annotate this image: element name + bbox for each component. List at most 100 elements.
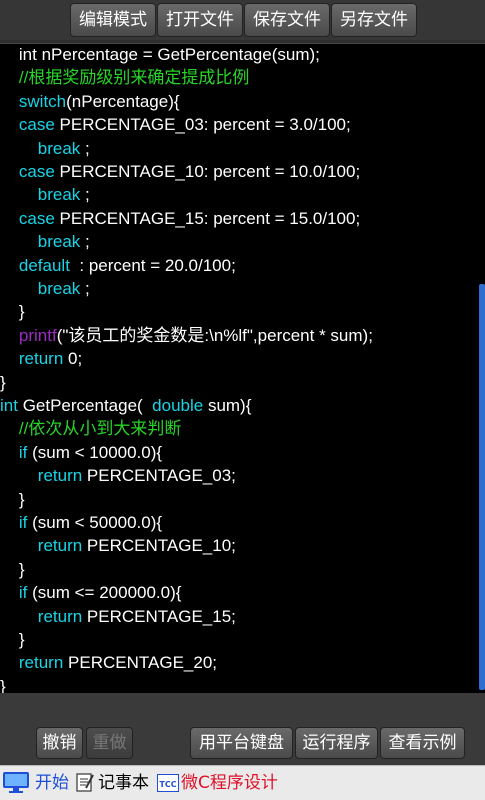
tcc-app-icon[interactable]: TCC xyxy=(157,774,179,792)
code-line: return PERCENTAGE_03; xyxy=(0,464,236,487)
code-text: } xyxy=(0,630,25,649)
tcc-icon-text: TCC xyxy=(159,780,176,789)
code-keyword: default xyxy=(0,255,70,275)
code-keyword: return xyxy=(0,606,83,626)
code-text: int nPercentage = GetPercentage(sum); xyxy=(0,45,320,64)
code-keyword: if xyxy=(0,442,28,462)
code-line: switch(nPercentage){ xyxy=(0,90,180,113)
tcc-app-label[interactable]: 微C程序设计 xyxy=(181,771,278,795)
code-function: printf xyxy=(0,325,57,345)
code-text: 0; xyxy=(63,349,83,369)
code-line: int GetPercentage( double sum){ xyxy=(0,394,251,417)
notepad-label[interactable]: 记事本 xyxy=(98,771,149,795)
code-line: //依次从小到大来判断 xyxy=(0,417,181,440)
code-keyword: return xyxy=(0,536,83,556)
code-line: return 0; xyxy=(0,347,82,370)
code-line: break ; xyxy=(0,230,90,253)
code-keyword: case xyxy=(0,208,55,228)
code-line: printf("该员工的奖金数是:\n%lf",percent * sum); xyxy=(0,324,373,347)
notepad-icon[interactable] xyxy=(76,772,94,792)
code-keyword: switch xyxy=(0,91,67,111)
code-text: PERCENTAGE_03; xyxy=(82,466,236,486)
open-file-button[interactable]: 打开文件 xyxy=(157,3,243,37)
code-line: break ; xyxy=(0,183,90,206)
code-keyword: case xyxy=(0,115,55,135)
platform-keyboard-button[interactable]: 用平台键盘 xyxy=(190,727,293,759)
start-monitor-icon[interactable] xyxy=(2,770,32,794)
taskbar: 开始 记事本 TCC 微C程序设计 xyxy=(0,765,485,800)
code-text: PERCENTAGE_10: percent = 10.0/100; xyxy=(54,162,361,181)
code-text: sum){ xyxy=(203,396,252,415)
code-text: PERCENTAGE_10; xyxy=(82,536,236,556)
code-text: PERCENTAGE_03: percent = 3.0/100; xyxy=(54,115,351,135)
code-keyword: if xyxy=(0,583,28,603)
code-line: } xyxy=(0,675,6,693)
code-text: PERCENTAGE_20; xyxy=(63,653,217,673)
redo-button[interactable]: 重做 xyxy=(86,727,133,759)
code-text: PERCENTAGE_15: percent = 15.0/100; xyxy=(54,208,361,228)
code-line: //根据奖励级别来确定提成比例 xyxy=(0,66,249,89)
code-keyword: break xyxy=(0,138,81,158)
code-comment: //依次从小到大来判断 xyxy=(0,419,182,439)
code-text: ; xyxy=(80,185,90,205)
scrollbar-thumb[interactable] xyxy=(479,284,485,690)
code-line: return PERCENTAGE_10; xyxy=(0,534,236,557)
code-line: default : percent = 20.0/100; xyxy=(0,254,236,277)
code-line: if (sum <= 200000.0){ xyxy=(0,581,182,604)
code-keyword: return xyxy=(0,653,64,673)
code-text: GetPercentage( xyxy=(17,396,153,415)
code-line: if (sum < 10000.0){ xyxy=(0,441,162,464)
undo-button[interactable]: 撤销 xyxy=(36,727,83,759)
code-text: PERCENTAGE_15; xyxy=(82,606,236,626)
code-editor[interactable]: int nPercentage = GetPercentage(sum); //… xyxy=(0,43,485,693)
code-text: ("该员工的奖金数是:\n%lf",percent * sum); xyxy=(56,325,373,345)
code-line: } xyxy=(0,371,6,394)
code-keyword: break xyxy=(0,185,81,205)
code-line: int nPercentage = GetPercentage(sum); xyxy=(0,44,320,66)
code-text: } xyxy=(0,302,25,322)
view-example-button[interactable]: 查看示例 xyxy=(380,727,465,759)
code-line: case PERCENTAGE_03: percent = 3.0/100; xyxy=(0,113,351,136)
scrollbar-track[interactable] xyxy=(479,44,485,693)
code-line: break ; xyxy=(0,277,90,300)
code-keyword: break xyxy=(0,232,81,252)
code-text: (nPercentage){ xyxy=(66,91,180,111)
code-text: } xyxy=(0,559,25,579)
save-as-button[interactable]: 另存文件 xyxy=(331,3,417,37)
edit-mode-button[interactable]: 编辑模式 xyxy=(70,3,156,37)
code-text: (sum <= 200000.0){ xyxy=(27,583,182,603)
code-line: } xyxy=(0,628,25,651)
code-line: } xyxy=(0,488,25,511)
code-line: return PERCENTAGE_15; xyxy=(0,605,236,628)
run-program-button[interactable]: 运行程序 xyxy=(295,727,378,759)
code-text: ; xyxy=(80,232,90,252)
code-line: if (sum < 50000.0){ xyxy=(0,511,162,534)
start-label[interactable]: 开始 xyxy=(35,771,69,795)
code-text: : percent = 20.0/100; xyxy=(69,255,236,275)
code-line: case PERCENTAGE_10: percent = 10.0/100; xyxy=(0,160,360,183)
save-file-button[interactable]: 保存文件 xyxy=(244,3,330,37)
code-line: case PERCENTAGE_15: percent = 15.0/100; xyxy=(0,207,360,230)
code-text: } xyxy=(0,489,25,509)
code-line: } xyxy=(0,300,25,323)
code-comment: //根据奖励级别来确定提成比例 xyxy=(0,68,250,88)
code-keyword: return xyxy=(0,349,64,369)
code-text: } xyxy=(0,676,6,693)
code-line: return PERCENTAGE_20; xyxy=(0,651,217,674)
code-keyword: if xyxy=(0,513,28,532)
code-keyword: int xyxy=(0,396,18,415)
code-text: } xyxy=(0,372,6,392)
code-keyword: case xyxy=(0,162,55,181)
code-text: ; xyxy=(80,138,90,158)
code-line: } xyxy=(0,558,25,581)
code-keyword: break xyxy=(0,279,81,298)
code-line: break ; xyxy=(0,137,90,160)
code-area[interactable]: int nPercentage = GetPercentage(sum); //… xyxy=(0,44,478,693)
code-keyword: double xyxy=(152,396,204,415)
code-keyword: return xyxy=(0,466,83,486)
bottom-toolbar: 撤销 重做 用平台键盘 运行程序 查看示例 xyxy=(0,693,485,765)
top-toolbar: 编辑模式 打开文件 保存文件 另存文件 xyxy=(0,0,485,40)
code-text: (sum < 50000.0){ xyxy=(27,513,163,532)
code-text: (sum < 10000.0){ xyxy=(27,442,163,462)
code-text: ; xyxy=(80,279,90,298)
